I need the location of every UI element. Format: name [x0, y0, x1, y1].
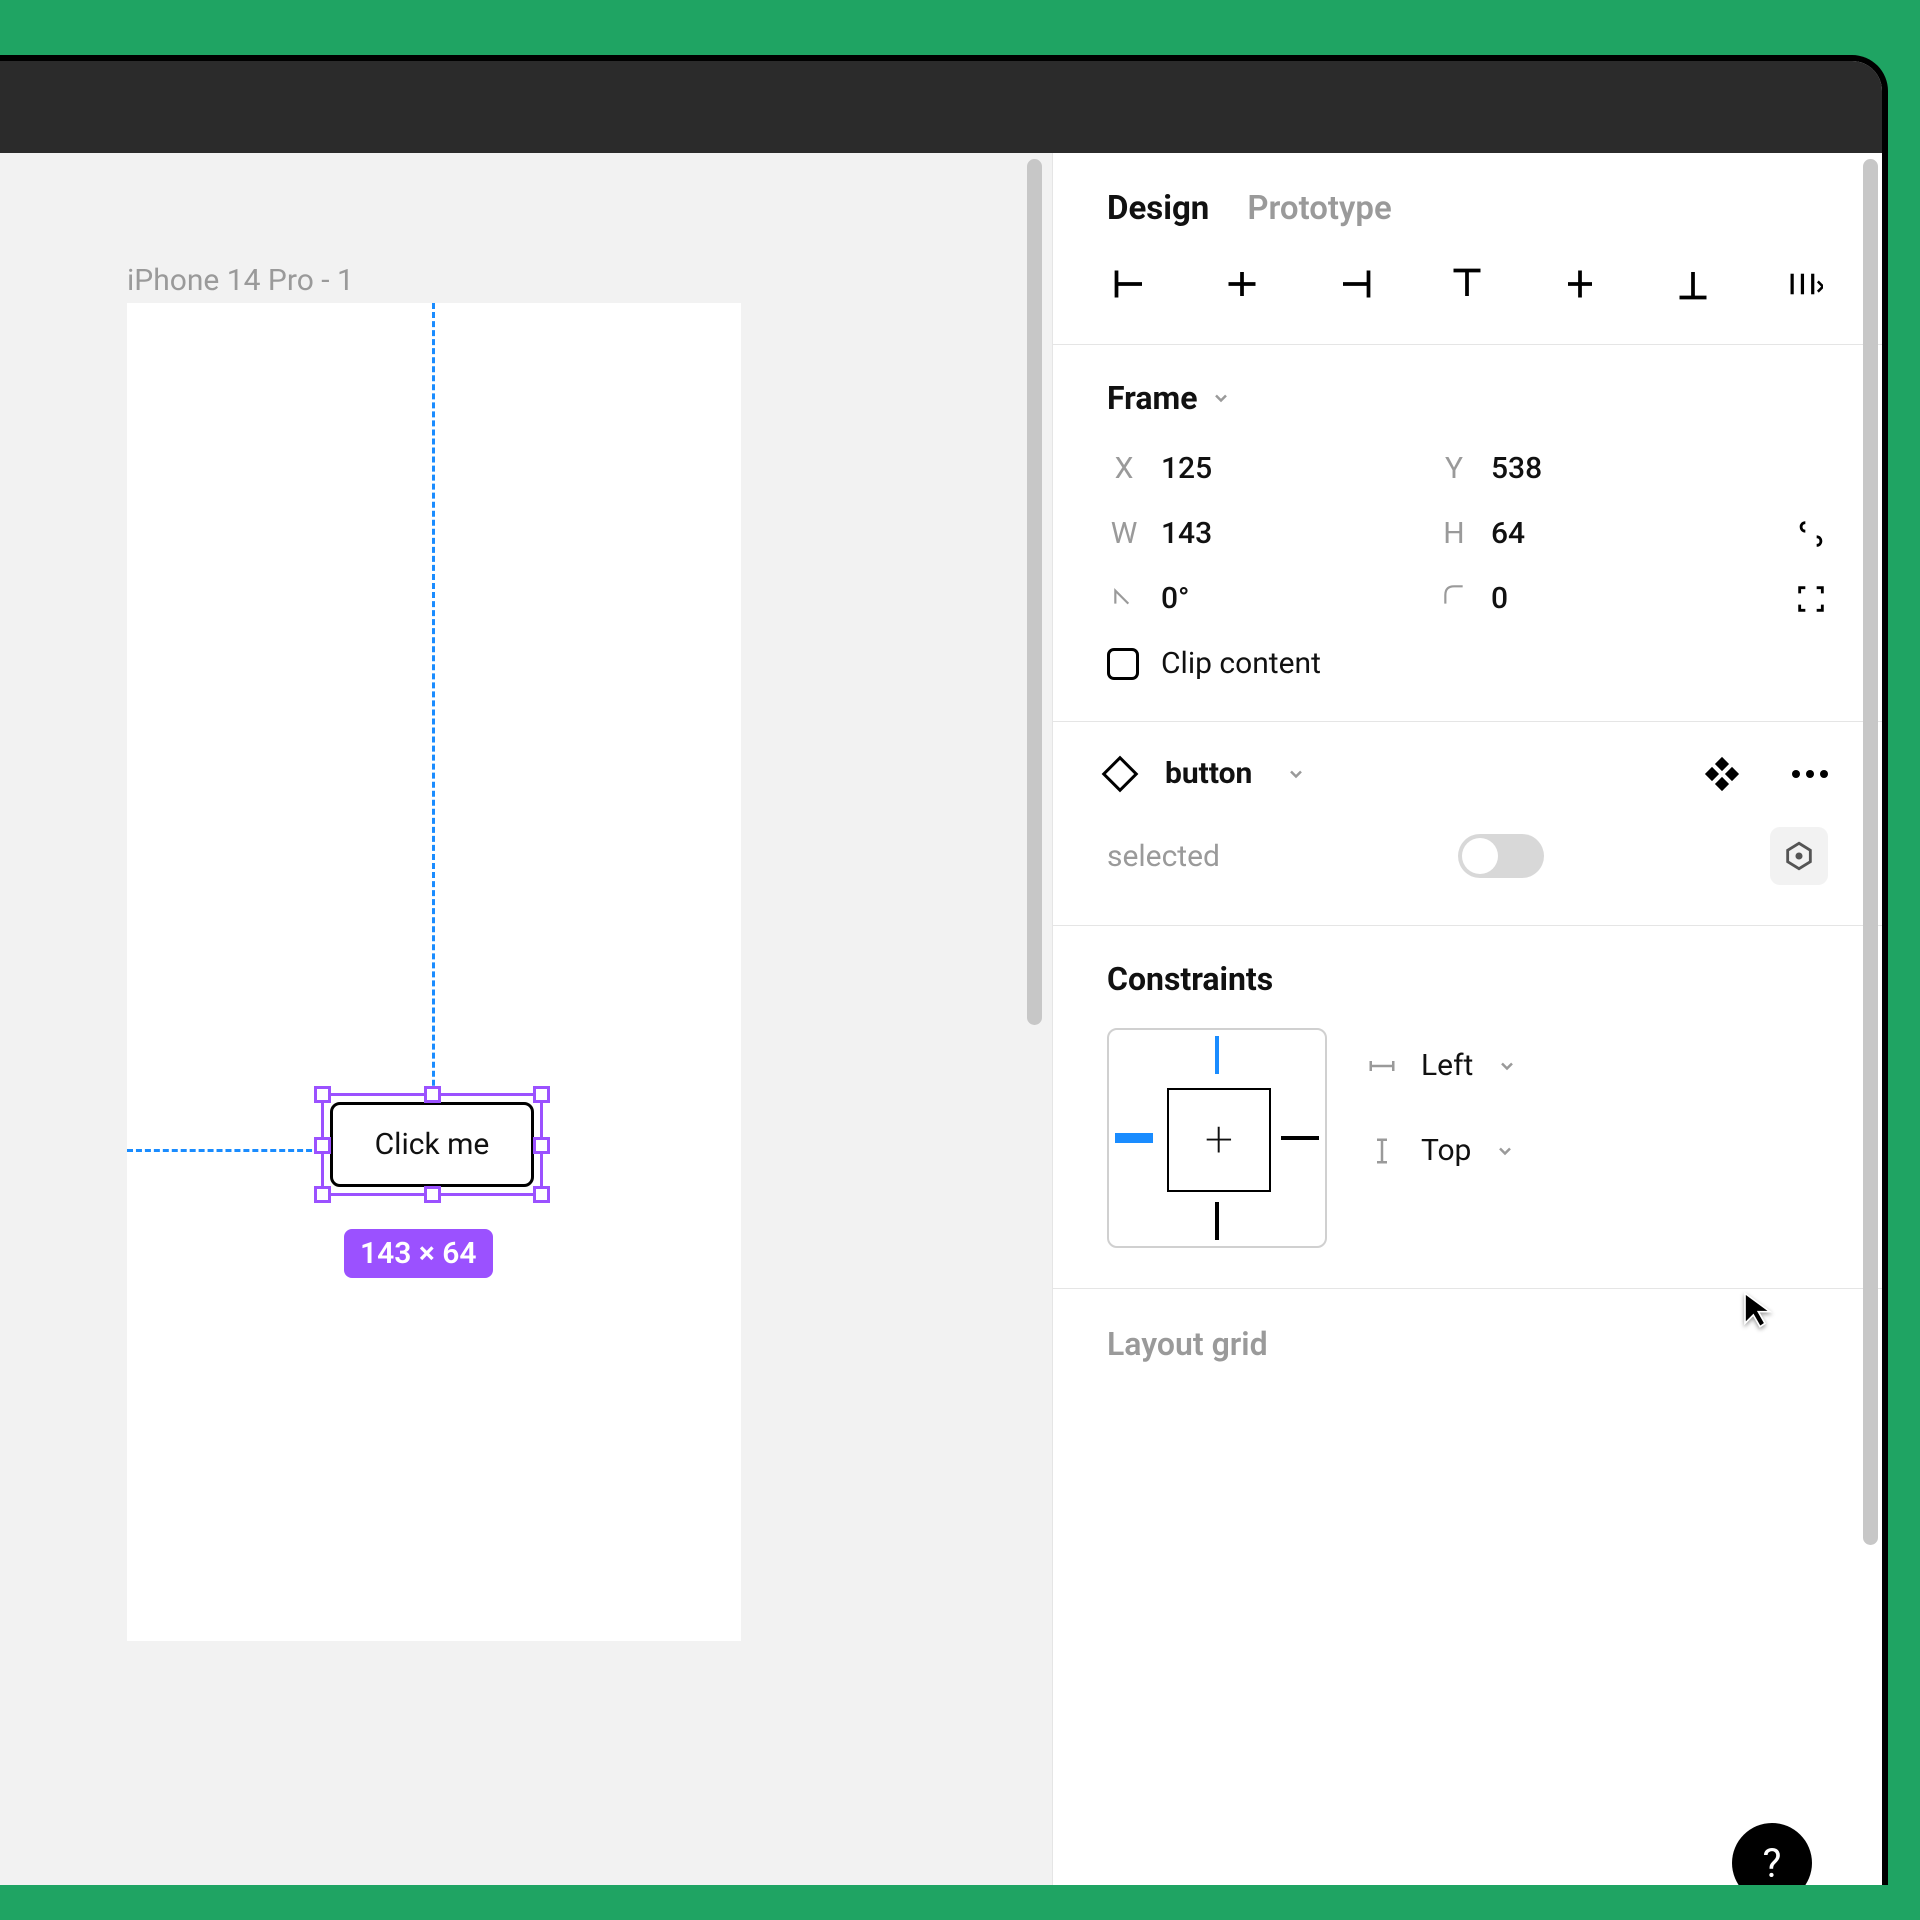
- constraint-center-icon[interactable]: +: [1167, 1088, 1271, 1192]
- corner-radius-value: 0: [1491, 581, 1508, 616]
- resize-handle-bl[interactable]: [314, 1186, 331, 1203]
- h-value: 64: [1491, 516, 1525, 551]
- component-set-icon[interactable]: [1708, 760, 1736, 788]
- w-value: 143: [1161, 516, 1212, 551]
- y-label: Y: [1437, 451, 1471, 486]
- x-label: X: [1107, 451, 1141, 486]
- chevron-down-icon[interactable]: [1286, 764, 1306, 784]
- align-left-icon[interactable]: [1107, 266, 1152, 302]
- tab-design[interactable]: Design: [1107, 189, 1209, 228]
- alignment-guide-horizontal: [127, 1149, 321, 1152]
- canvas[interactable]: iPhone 14 Pro - 1 Click me 143 × 64: [0, 153, 1052, 1885]
- independent-corners-icon[interactable]: [1794, 582, 1828, 616]
- constraint-left-indicator[interactable]: [1115, 1133, 1153, 1143]
- clip-content-label: Clip content: [1161, 646, 1321, 681]
- w-label: W: [1107, 516, 1141, 551]
- apply-variable-button[interactable]: [1770, 827, 1828, 885]
- constraint-right-indicator[interactable]: [1281, 1136, 1319, 1140]
- resize-handle-br[interactable]: [533, 1186, 550, 1203]
- dimension-badge: 143 × 64: [344, 1229, 493, 1278]
- resize-handle-tr[interactable]: [533, 1086, 550, 1103]
- clip-content-checkbox[interactable]: [1107, 648, 1139, 680]
- frame-section: Frame X 125 Y 538 W 143: [1053, 345, 1882, 722]
- alignment-guide-vertical: [432, 303, 435, 1149]
- selected-element[interactable]: Click me: [321, 1093, 543, 1196]
- rotation-icon: [1107, 581, 1141, 616]
- constraint-top-indicator[interactable]: [1215, 1036, 1219, 1074]
- horizontal-icon: [1367, 1051, 1397, 1081]
- align-bottom-icon[interactable]: [1670, 266, 1715, 302]
- link-dimensions-icon[interactable]: [1794, 517, 1828, 551]
- constraint-bottom-indicator[interactable]: [1215, 1202, 1219, 1240]
- corner-radius-field[interactable]: 0: [1437, 581, 1727, 616]
- titlebar: [0, 61, 1882, 153]
- property-label: selected: [1107, 839, 1220, 874]
- component-icon: [1102, 755, 1139, 792]
- help-button[interactable]: ?: [1732, 1823, 1812, 1885]
- align-top-icon[interactable]: [1445, 266, 1490, 302]
- constraint-horizontal-value: Left: [1421, 1048, 1473, 1083]
- align-hcenter-icon[interactable]: [1220, 266, 1265, 302]
- rotation-field[interactable]: 0°: [1107, 581, 1397, 616]
- corner-radius-icon: [1437, 581, 1471, 616]
- x-value: 125: [1161, 451, 1212, 486]
- resize-handle-mr[interactable]: [533, 1137, 550, 1154]
- button-element[interactable]: Click me: [330, 1102, 534, 1187]
- frame-title-label: Frame: [1107, 379, 1197, 417]
- resize-handle-tm[interactable]: [424, 1086, 441, 1103]
- y-field[interactable]: Y 538: [1437, 451, 1727, 486]
- resize-handle-ml[interactable]: [314, 1137, 331, 1154]
- frame-section-title[interactable]: Frame: [1107, 379, 1828, 417]
- tidy-up-icon[interactable]: [1783, 266, 1828, 302]
- frame-label[interactable]: iPhone 14 Pro - 1: [127, 263, 354, 298]
- rotation-value: 0°: [1161, 581, 1190, 616]
- app-window: iPhone 14 Pro - 1 Click me 143 × 64: [0, 55, 1888, 1885]
- constraints-title: Constraints: [1107, 960, 1828, 998]
- align-vcenter-icon[interactable]: [1558, 266, 1603, 302]
- alignment-controls: [1053, 258, 1882, 345]
- constraints-section: Constraints + Left: [1053, 926, 1882, 1289]
- align-right-icon[interactable]: [1332, 266, 1377, 302]
- layout-grid-section[interactable]: Layout grid: [1053, 1289, 1882, 1373]
- panel-scrollbar[interactable]: [1863, 159, 1878, 1545]
- x-field[interactable]: X 125: [1107, 451, 1397, 486]
- h-label: H: [1437, 516, 1471, 551]
- chevron-down-icon: [1211, 388, 1231, 408]
- chevron-down-icon: [1495, 1141, 1515, 1161]
- component-name[interactable]: button: [1165, 756, 1252, 791]
- more-options-icon[interactable]: [1792, 770, 1828, 778]
- property-toggle[interactable]: [1458, 834, 1544, 878]
- y-value: 538: [1491, 451, 1542, 486]
- component-section: button selected: [1053, 722, 1882, 926]
- w-field[interactable]: W 143: [1107, 516, 1397, 551]
- resize-handle-bm[interactable]: [424, 1186, 441, 1203]
- vertical-icon: [1367, 1136, 1397, 1166]
- resize-handle-tl[interactable]: [314, 1086, 331, 1103]
- workarea: iPhone 14 Pro - 1 Click me 143 × 64: [0, 153, 1882, 1885]
- h-field[interactable]: H 64: [1437, 516, 1727, 551]
- chevron-down-icon: [1497, 1056, 1517, 1076]
- constraint-vertical-value: Top: [1421, 1133, 1471, 1168]
- constraint-vertical-select[interactable]: Top: [1367, 1133, 1517, 1168]
- properties-panel: Design Prototype Frame X: [1052, 153, 1882, 1885]
- constraints-widget[interactable]: +: [1107, 1028, 1327, 1248]
- constraint-horizontal-select[interactable]: Left: [1367, 1048, 1517, 1083]
- tab-prototype[interactable]: Prototype: [1247, 189, 1391, 228]
- canvas-scrollbar[interactable]: [1027, 159, 1042, 1025]
